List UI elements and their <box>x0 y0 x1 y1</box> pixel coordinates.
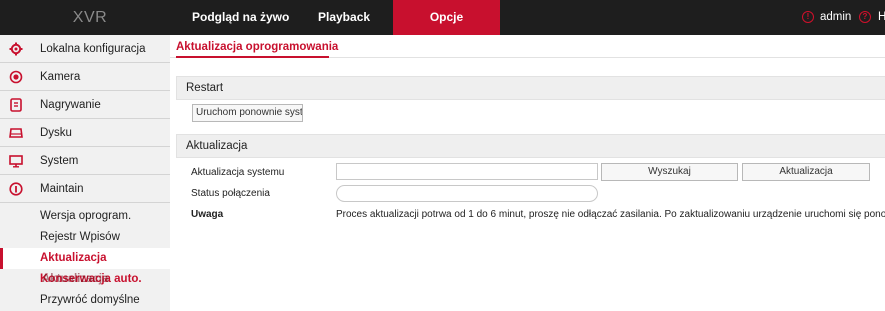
info-icon <box>9 182 23 196</box>
note-text: Proces aktualizacji potrwa od 1 do 6 min… <box>336 209 885 220</box>
sidebar-item-camera[interactable]: Kamera <box>0 63 170 91</box>
sidebar-item-local-config[interactable]: Lokalna konfiguracja <box>0 35 170 63</box>
sidebar-subitem-log[interactable]: Rejestr Wpisów <box>0 227 170 248</box>
sidebar-item-recording[interactable]: Nagrywanie <box>0 91 170 119</box>
sidebar-item-label: Lokalna konfiguracja <box>40 43 146 55</box>
update-button[interactable]: Aktualizacja <box>742 163 870 181</box>
tab-playback[interactable]: Playback <box>318 0 370 35</box>
sidebar-subitem-overlap-label: Aktualizacja <box>42 273 109 285</box>
search-button[interactable]: Wyszukaj <box>601 163 738 181</box>
user-icon[interactable]: ! <box>802 11 814 23</box>
restart-button[interactable]: Uruchom ponownie system <box>192 104 303 122</box>
gear-icon <box>9 42 23 56</box>
update-file-field[interactable] <box>336 163 598 180</box>
sidebar-item-label: Kamera <box>40 71 81 83</box>
system-update-label: Aktualizacja systemu <box>191 167 285 178</box>
tab-live-view[interactable]: Podgląd na żywo <box>192 0 289 35</box>
tab-options[interactable]: Opcje <box>393 0 500 35</box>
monitor-icon <box>9 155 23 168</box>
help-icon[interactable]: ? <box>859 11 871 23</box>
sidebar-subitem-version[interactable]: Wersja oprogram. <box>0 206 170 227</box>
user-name[interactable]: admin <box>820 0 851 35</box>
sidebar-item-label: System <box>40 155 79 167</box>
disk-icon <box>9 128 23 138</box>
help-label[interactable]: H <box>878 0 885 35</box>
sidebar-item-system[interactable]: System <box>0 147 170 175</box>
sidebar-item-label: Nagrywanie <box>40 99 101 111</box>
sidebar-subitem-auto-maintenance[interactable]: Konserwacja auto. Aktualizacja <box>0 269 170 290</box>
sidebar-item-maintain[interactable]: Maintain <box>0 175 170 203</box>
camera-icon <box>9 70 23 84</box>
top-bar: XVR Podgląd na żywo Playback Opcje ! adm… <box>0 0 885 35</box>
sidebar-item-label: Maintain <box>40 183 84 195</box>
connection-status-field <box>336 185 598 202</box>
connection-status-label: Status połączenia <box>191 188 270 199</box>
sidebar-item-disk[interactable]: Dysku <box>0 119 170 147</box>
sidebar-item-label: Dysku <box>40 127 72 139</box>
sidebar: Lokalna konfiguracja Kamera Nagrywanie D… <box>0 35 170 311</box>
tab-active-underline <box>176 56 329 58</box>
page-tab-firmware-update[interactable]: Aktualizacja oprogramowania <box>176 39 338 57</box>
app-logo: XVR <box>72 9 108 26</box>
recording-icon <box>10 98 22 112</box>
note-label: Uwaga <box>191 209 224 220</box>
sidebar-subitem-upgrade[interactable]: Aktualizacja <box>0 248 170 269</box>
sidebar-subitem-restore-defaults[interactable]: Przywróć domyślne <box>0 290 170 311</box>
section-restart: Restart <box>176 76 885 100</box>
